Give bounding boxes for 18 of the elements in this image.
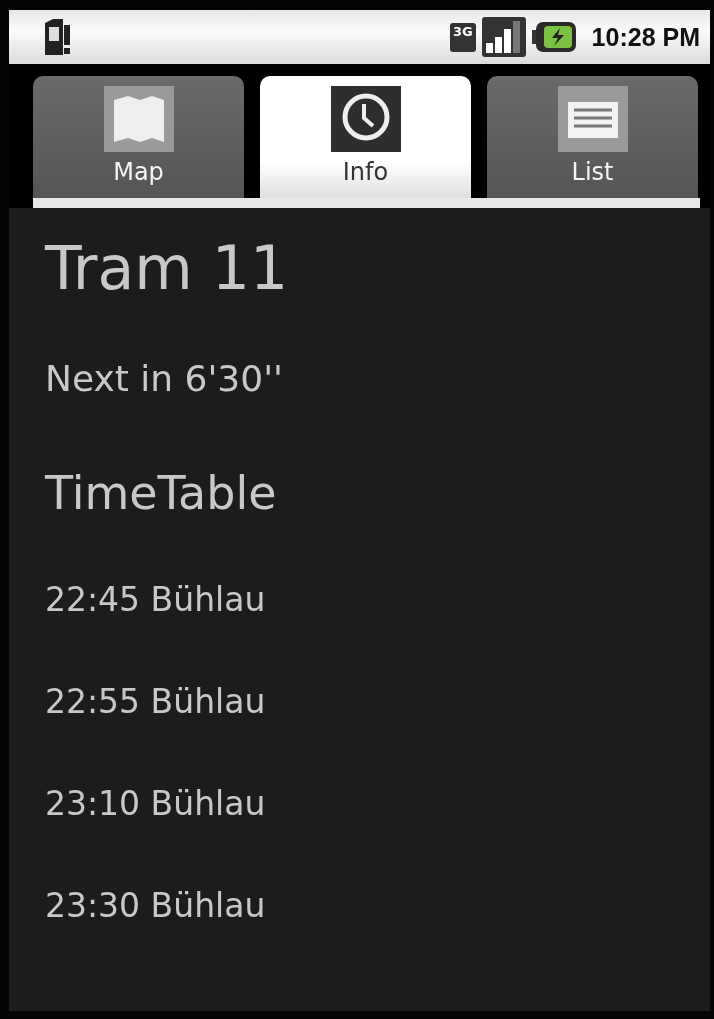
timetable-heading: TimeTable (45, 465, 278, 522)
tab[interactable]: Map (33, 76, 244, 198)
signal-icon (481, 17, 526, 57)
battery-charging-icon (531, 20, 576, 54)
departure-row-text: 22:55 Bühlau (45, 680, 267, 723)
route-title: Tram 11 (45, 232, 290, 305)
network-type-icon: 3G (449, 22, 476, 52)
departure-row-text: 23:10 Bühlau (45, 782, 267, 825)
list-icon (557, 86, 628, 152)
departure-row-text: 22:45 Bühlau (45, 578, 267, 621)
next-departure: Next in 6'30'' (45, 356, 284, 401)
tab[interactable]: List (487, 76, 698, 198)
departure-row-text: 23:30 Bühlau (45, 884, 267, 927)
tab[interactable]: Info (260, 76, 471, 198)
clock-icon (330, 86, 401, 152)
clock-time: 10:28 PM (591, 22, 700, 52)
map-icon (103, 86, 174, 152)
sim-alert-icon (43, 19, 71, 55)
